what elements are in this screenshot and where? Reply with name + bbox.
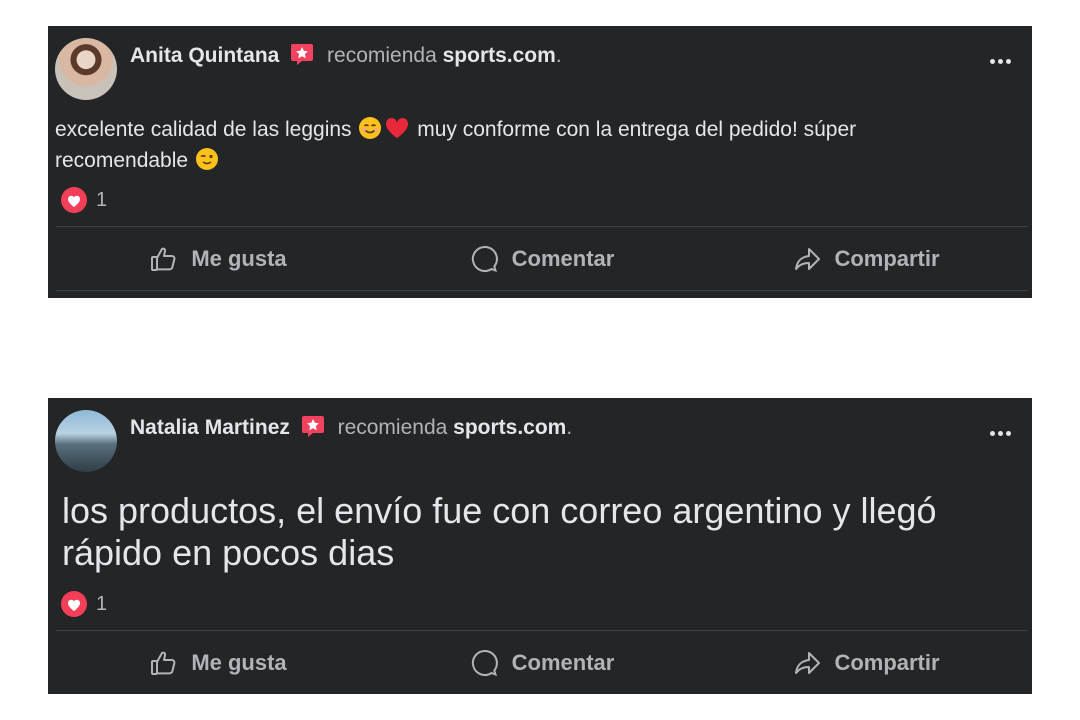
recommend-verb: recomienda <box>337 416 448 439</box>
page-link[interactable]: sports.com <box>443 44 556 67</box>
comment-label: Comentar <box>511 650 615 675</box>
page-link[interactable]: sports.com <box>453 416 566 439</box>
review-post: Natalia Martinez recomienda sports.com. … <box>48 398 1032 694</box>
share-button[interactable]: Compartir <box>704 227 1028 291</box>
post-header: Natalia Martinez recomienda sports.com. <box>130 413 572 441</box>
more-options-icon[interactable] <box>986 56 1014 66</box>
smiling-face-emoji-icon <box>359 117 382 139</box>
comment-button[interactable]: Comentar <box>380 227 704 291</box>
action-bar: Me gusta Comentar Compartir <box>56 631 1028 695</box>
author-name[interactable]: Anita Quintana <box>130 44 279 67</box>
reaction-summary[interactable]: 1 <box>60 186 107 214</box>
header-punct: . <box>566 416 573 439</box>
red-heart-emoji-icon <box>386 117 409 138</box>
love-reaction-icon <box>61 591 87 617</box>
avatar[interactable] <box>55 410 117 472</box>
comment-bubble-icon <box>471 245 498 273</box>
share-label: Compartir <box>834 246 940 271</box>
recommend-badge-icon <box>291 44 314 65</box>
post-header: Anita Quintana recomienda sports.com. <box>130 41 562 69</box>
comment-bubble-icon <box>471 649 498 677</box>
reaction-count: 1 <box>96 592 108 615</box>
post-text: excelente calidad de las leggins muy con… <box>55 114 975 176</box>
thumbs-up-icon <box>151 247 176 271</box>
share-arrow-icon <box>795 652 821 674</box>
recommend-verb: recomienda <box>327 44 437 67</box>
share-arrow-icon <box>795 248 821 270</box>
like-label: Me gusta <box>191 650 287 675</box>
post-text: los productos, el envío fue con correo a… <box>62 490 937 573</box>
share-button[interactable]: Compartir <box>704 631 1028 695</box>
winking-face-emoji-icon <box>195 148 218 170</box>
comment-label: Comentar <box>511 246 615 271</box>
author-name[interactable]: Natalia Martinez <box>130 416 290 439</box>
review-post: Anita Quintana recomienda sports.com. ex… <box>48 26 1032 298</box>
thumbs-up-icon <box>151 651 176 675</box>
post-text-part: excelente calidad de las leggins <box>55 118 358 141</box>
like-button[interactable]: Me gusta <box>56 227 380 291</box>
avatar[interactable] <box>55 38 117 100</box>
love-reaction-icon <box>61 187 87 213</box>
comment-button[interactable]: Comentar <box>380 631 704 695</box>
reaction-count: 1 <box>96 188 108 211</box>
like-label: Me gusta <box>191 246 287 271</box>
action-bar: Me gusta Comentar Compartir <box>56 227 1028 291</box>
reaction-summary[interactable]: 1 <box>60 590 107 618</box>
recommend-badge-icon <box>301 416 324 437</box>
divider <box>56 290 1028 291</box>
more-options-icon[interactable] <box>986 428 1014 438</box>
share-label: Compartir <box>834 650 940 675</box>
like-button[interactable]: Me gusta <box>56 631 380 695</box>
header-punct: . <box>555 44 562 67</box>
